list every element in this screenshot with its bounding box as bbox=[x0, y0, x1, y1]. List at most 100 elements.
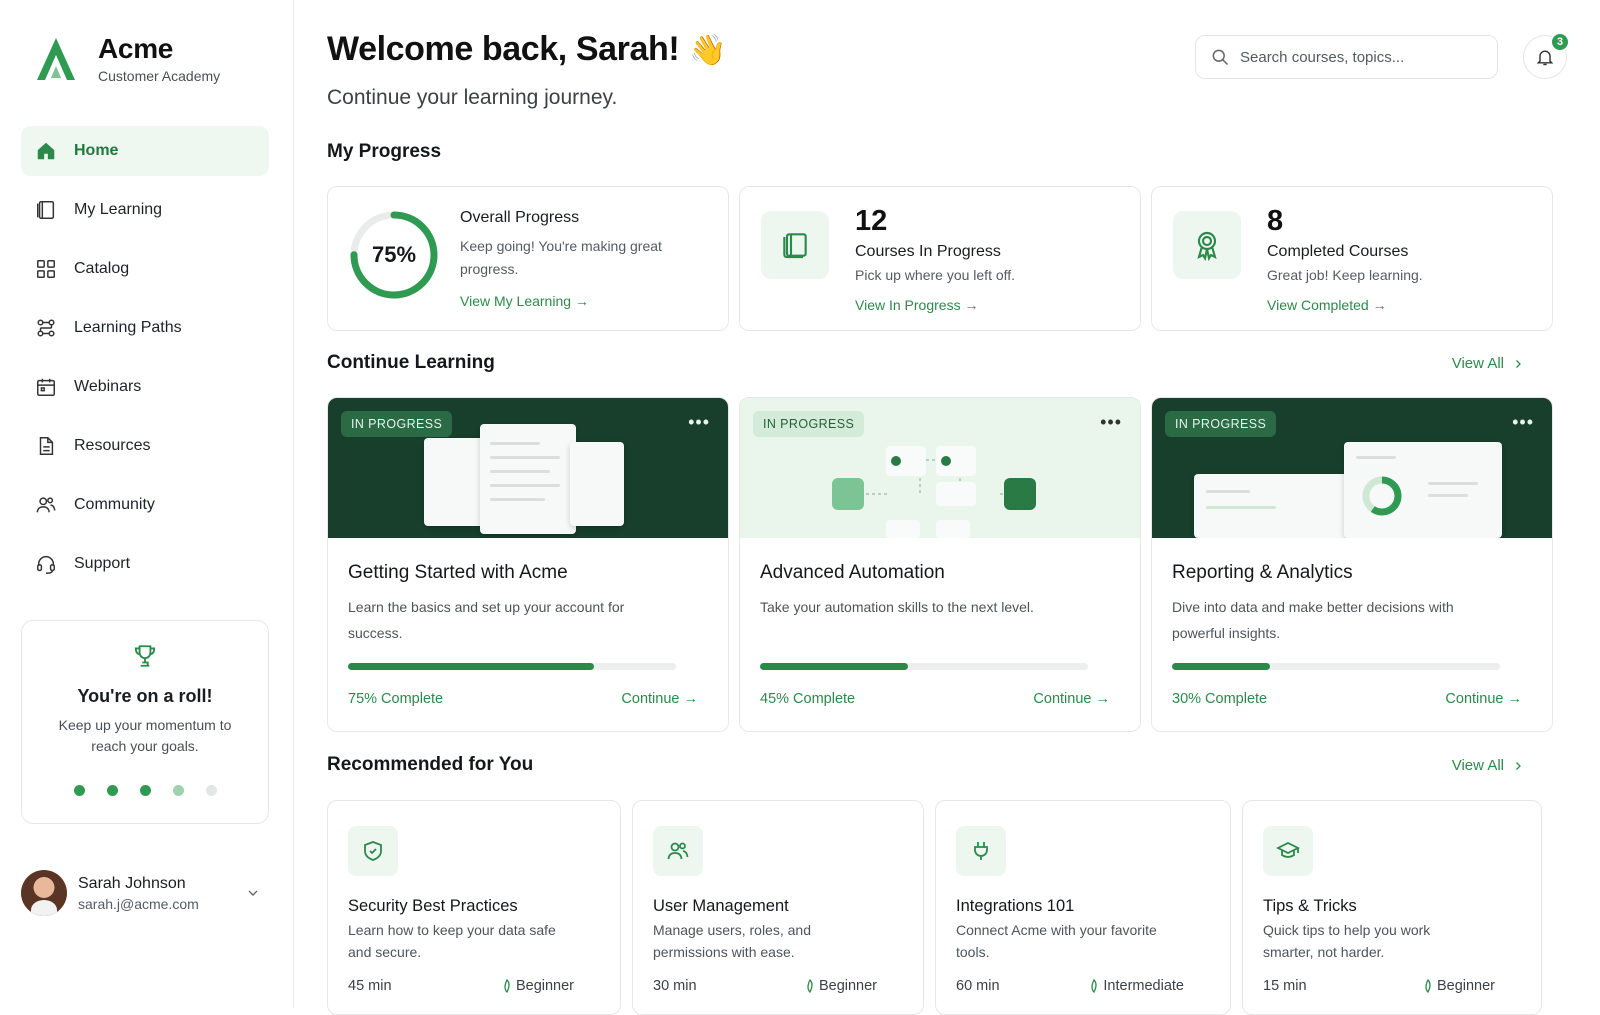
progress-bar bbox=[1172, 663, 1500, 670]
headset-icon bbox=[37, 556, 55, 574]
streak-card: You're on a roll! Keep up your momentum … bbox=[21, 620, 269, 824]
recommended-description: Learn how to keep your data safe and sec… bbox=[348, 922, 556, 960]
card-text: Great job! Keep learning. bbox=[1267, 267, 1423, 283]
brand-subtitle: Customer Academy bbox=[98, 68, 221, 84]
level: Intermediate bbox=[1089, 978, 1184, 994]
chevron-down-icon[interactable] bbox=[245, 885, 261, 901]
sidebar-item-webinars[interactable]: Webinars bbox=[21, 362, 269, 412]
course-cover: IN PROGRESS ••• bbox=[1152, 398, 1552, 538]
recommended-card-user-management[interactable]: User Management Manage users, roles, and… bbox=[632, 800, 924, 1015]
sidebar-item-my-learning[interactable]: My Learning bbox=[21, 185, 269, 235]
award-icon bbox=[1197, 231, 1217, 261]
recommended-description: Manage users, roles, and permissions wit… bbox=[653, 922, 811, 960]
user-name: Sarah Johnson bbox=[78, 874, 186, 892]
level-icon bbox=[1425, 979, 1431, 993]
carousel-dot[interactable] bbox=[106, 785, 118, 796]
recommended-description: Quick tips to help you work smarter, not… bbox=[1263, 922, 1431, 960]
streak-text: Keep up your momentum to reach your goal… bbox=[58, 717, 232, 754]
level-label: Beginner bbox=[818, 978, 877, 994]
course-title: Advanced Automation bbox=[760, 562, 945, 583]
more-options-icon[interactable]: ••• bbox=[1512, 412, 1534, 433]
card-text: Keep going! You're making great progress… bbox=[460, 238, 662, 277]
level-label: Beginner bbox=[1436, 978, 1495, 994]
sidebar-item-label: My Learning bbox=[74, 201, 163, 218]
recommended-title: Tips & Tricks bbox=[1263, 897, 1357, 915]
progress-percent: 75% bbox=[371, 242, 417, 267]
course-description: Dive into data and make better decisions… bbox=[1172, 599, 1454, 641]
completed-count: 8 bbox=[1267, 205, 1284, 237]
recommended-view-all-link[interactable]: View All bbox=[1452, 757, 1524, 774]
course-title: Reporting & Analytics bbox=[1172, 562, 1353, 583]
course-card-advanced-automation[interactable]: IN PROGRESS ••• Advanced Automation Take… bbox=[739, 397, 1141, 732]
more-options-icon[interactable]: ••• bbox=[688, 412, 710, 433]
shield-icon bbox=[364, 841, 382, 861]
chevron-right-icon bbox=[1516, 359, 1521, 368]
view-all-label: View All bbox=[1451, 757, 1504, 774]
progress-label: 45% Complete bbox=[760, 691, 856, 707]
recommended-title: Security Best Practices bbox=[348, 897, 518, 915]
recommended-card-security[interactable]: Security Best Practices Learn how to kee… bbox=[327, 800, 621, 1015]
completed-courses-card: 8 Completed Courses Great job! Keep lear… bbox=[1151, 186, 1553, 331]
recommended-description: Connect Acme with your favorite tools. bbox=[956, 922, 1157, 960]
trophy-icon bbox=[134, 645, 156, 667]
brand-name: Acme bbox=[98, 33, 174, 64]
card-title: Courses In Progress bbox=[855, 243, 1001, 260]
progress-label: 30% Complete bbox=[1172, 691, 1268, 707]
users-icon bbox=[36, 497, 56, 513]
courses-in-progress-card: 12 Courses In Progress Pick up where you… bbox=[739, 186, 1141, 331]
sidebar-item-catalog[interactable]: Catalog bbox=[21, 244, 269, 294]
duration: 60 min bbox=[956, 978, 1000, 994]
avatar bbox=[21, 870, 67, 916]
sidebar-item-label: Resources bbox=[74, 437, 151, 454]
continue-button[interactable]: Continue → bbox=[1445, 691, 1522, 707]
continue-button[interactable]: Continue → bbox=[621, 691, 698, 707]
notifications-button[interactable]: 3 bbox=[1523, 32, 1570, 79]
document-icon bbox=[39, 437, 54, 455]
carousel-dot[interactable] bbox=[73, 785, 85, 796]
course-description: Take your automation skills to the next … bbox=[760, 599, 1034, 615]
card-text: Pick up where you left off. bbox=[855, 267, 1016, 283]
brand[interactable]: Acme Customer Academy bbox=[34, 34, 220, 84]
continue-button[interactable]: Continue → bbox=[1033, 691, 1110, 707]
course-title: Getting Started with Acme bbox=[348, 562, 568, 583]
level-label: Beginner bbox=[515, 978, 574, 994]
view-my-learning-link[interactable]: View My Learning → bbox=[460, 293, 589, 309]
course-cover: IN PROGRESS ••• bbox=[740, 398, 1140, 538]
sidebar-item-support[interactable]: Support bbox=[21, 539, 269, 589]
view-in-progress-link[interactable]: View In Progress → bbox=[855, 297, 978, 313]
sidebar-item-learning-paths[interactable]: Learning Paths bbox=[21, 303, 269, 353]
sidebar: Acme Customer Academy Home My Learning C… bbox=[0, 0, 294, 1008]
search-input[interactable] bbox=[1240, 48, 1480, 66]
user-menu[interactable]: Sarah Johnson sarah.j@acme.com bbox=[21, 870, 269, 916]
sidebar-item-home[interactable]: Home bbox=[21, 126, 269, 176]
duration: 45 min bbox=[348, 978, 392, 994]
continue-view-all-link[interactable]: View All bbox=[1452, 355, 1524, 372]
acme-logo-icon bbox=[37, 38, 75, 80]
level: Beginner bbox=[502, 978, 574, 994]
view-completed-link[interactable]: View Completed → bbox=[1267, 297, 1387, 313]
level: Beginner bbox=[805, 978, 877, 994]
recommended-card-integrations[interactable]: Integrations 101 Connect Acme with your … bbox=[935, 800, 1231, 1015]
recommended-card-tips-tricks[interactable]: Tips & Tricks Quick tips to help you wor… bbox=[1242, 800, 1542, 1015]
sidebar-item-resources[interactable]: Resources bbox=[21, 421, 269, 471]
status-badge: IN PROGRESS bbox=[341, 411, 453, 437]
grid-icon bbox=[37, 260, 55, 278]
sidebar-item-community[interactable]: Community bbox=[21, 480, 269, 530]
sidebar-item-label: Webinars bbox=[74, 378, 142, 395]
progress-bar-fill bbox=[1172, 663, 1271, 670]
notification-badge: 3 bbox=[1550, 32, 1570, 52]
sidebar-item-label: Catalog bbox=[74, 260, 130, 277]
recommended-title: Integrations 101 bbox=[956, 897, 1075, 915]
carousel-dot[interactable] bbox=[205, 785, 217, 796]
search-box[interactable] bbox=[1195, 35, 1498, 79]
progress-bar bbox=[348, 663, 676, 670]
level-label: Intermediate bbox=[1103, 978, 1184, 994]
progress-bar bbox=[760, 663, 1088, 670]
carousel-dot[interactable] bbox=[172, 785, 184, 796]
recommended-heading: Recommended for You bbox=[327, 754, 534, 775]
course-card-getting-started[interactable]: IN PROGRESS ••• Getting Started with Acm… bbox=[327, 397, 729, 732]
more-options-icon[interactable]: ••• bbox=[1100, 412, 1122, 433]
course-card-reporting-analytics[interactable]: IN PROGRESS ••• Reporting & Analytics Di… bbox=[1151, 397, 1553, 732]
progress-bar-fill bbox=[760, 663, 908, 670]
carousel-dot[interactable] bbox=[139, 785, 151, 796]
